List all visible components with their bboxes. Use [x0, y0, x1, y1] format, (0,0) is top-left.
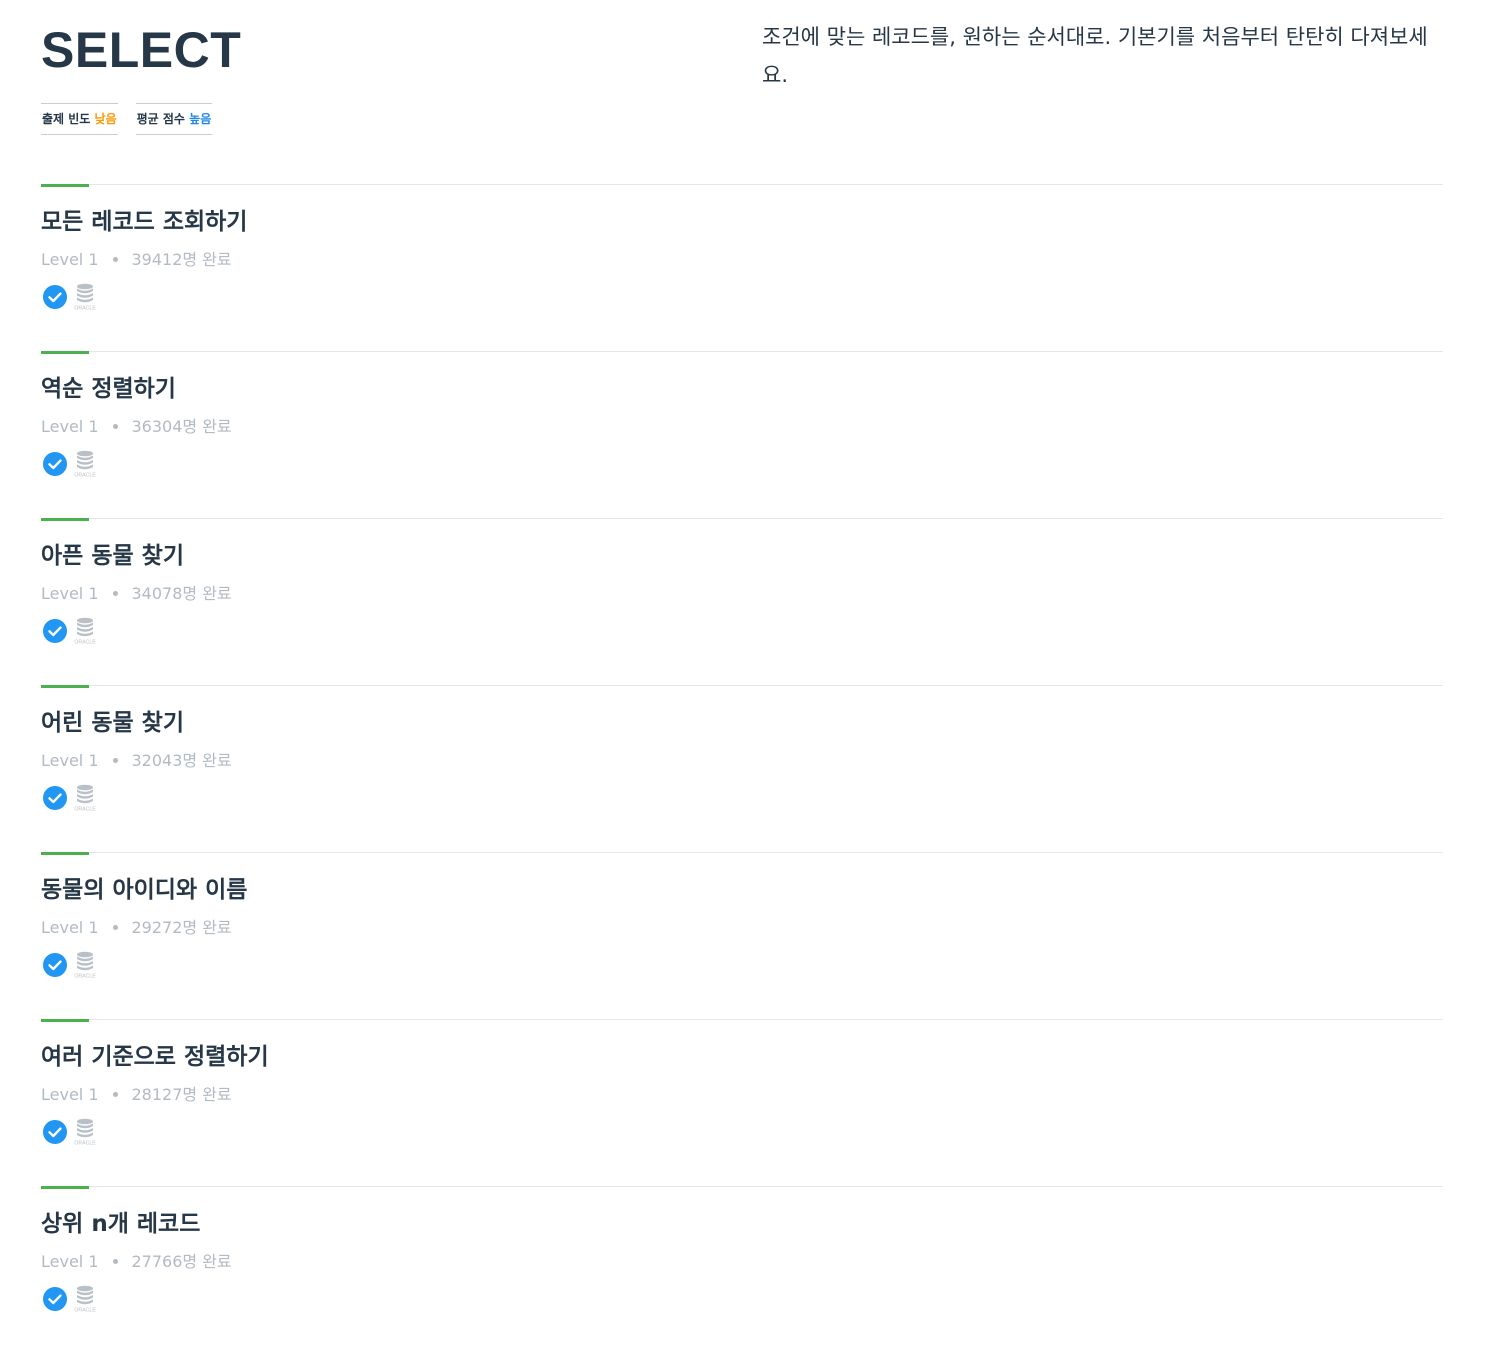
- problem-status-icons: ORACLE: [43, 1285, 100, 1313]
- problem-title[interactable]: 어린 동물 찾기: [41, 708, 184, 738]
- problem-meta: Level 1 29272명 완료: [41, 917, 232, 939]
- problem-item[interactable]: 상위 n개 레코드 Level 1 27766명 완료 ORACLE: [41, 1186, 1443, 1353]
- problem-title[interactable]: 상위 n개 레코드: [41, 1209, 200, 1239]
- problem-completed-count: 28127명 완료: [131, 1085, 232, 1104]
- problem-completed-count: 36304명 완료: [131, 417, 232, 436]
- oracle-label: ORACLE: [74, 640, 96, 646]
- problem-item[interactable]: 어린 동물 찾기 Level 1 32043명 완료 ORACLE: [41, 685, 1443, 852]
- frequency-value: 낮음: [94, 112, 117, 126]
- problem-accent-bar: [41, 1019, 89, 1022]
- oracle-database-icon: ORACLE: [74, 951, 96, 980]
- oracle-label: ORACLE: [74, 1308, 96, 1314]
- problem-meta: Level 1 28127명 완료: [41, 1084, 232, 1106]
- oracle-label: ORACLE: [74, 1141, 96, 1147]
- problem-status-icons: ORACLE: [43, 283, 100, 311]
- average-score-value: 높음: [189, 112, 212, 126]
- problem-item[interactable]: 아픈 동물 찾기 Level 1 34078명 완료 ORACLE: [41, 518, 1443, 685]
- average-score-label: 평균 점수: [136, 112, 185, 126]
- problem-status-icons: ORACLE: [43, 450, 100, 478]
- solved-check-icon: [43, 786, 67, 810]
- problem-title[interactable]: 동물의 아이디와 이름: [41, 875, 247, 905]
- separator-dot: [112, 1092, 118, 1097]
- oracle-label: ORACLE: [74, 807, 96, 813]
- oracle-database-icon: ORACLE: [74, 283, 96, 312]
- oracle-database-icon: ORACLE: [74, 1118, 96, 1147]
- problem-title[interactable]: 모든 레코드 조회하기: [41, 207, 247, 237]
- oracle-label: ORACLE: [74, 473, 96, 479]
- problem-meta: Level 1 32043명 완료: [41, 750, 232, 772]
- solved-check-icon: [43, 953, 67, 977]
- separator-dot: [112, 758, 118, 763]
- problem-completed-count: 34078명 완료: [131, 584, 232, 603]
- solved-check-icon: [43, 285, 67, 309]
- solved-check-icon: [43, 452, 67, 476]
- problem-accent-bar: [41, 1186, 89, 1189]
- problem-accent-bar: [41, 351, 89, 354]
- problem-level: Level 1: [41, 417, 99, 436]
- frequency-label: 출제 빈도: [42, 112, 91, 126]
- problem-meta: Level 1 27766명 완료: [41, 1251, 232, 1273]
- problem-completed-count: 27766명 완료: [131, 1252, 232, 1271]
- solved-check-icon: [43, 619, 67, 643]
- problem-item[interactable]: 동물의 아이디와 이름 Level 1 29272명 완료 ORACLE: [41, 852, 1443, 1019]
- problem-accent-bar: [41, 518, 89, 521]
- problem-status-icons: ORACLE: [43, 1118, 100, 1146]
- separator-dot: [112, 424, 118, 429]
- problem-accent-bar: [41, 685, 89, 688]
- problem-status-icons: ORACLE: [43, 784, 100, 812]
- separator-dot: [112, 1259, 118, 1264]
- problem-meta: Level 1 39412명 완료: [41, 249, 232, 271]
- problem-meta: Level 1 36304명 완료: [41, 416, 232, 438]
- oracle-database-icon: ORACLE: [74, 1285, 96, 1314]
- problem-accent-bar: [41, 184, 89, 187]
- oracle-database-icon: ORACLE: [74, 617, 96, 646]
- separator-dot: [112, 591, 118, 596]
- problem-list: 모든 레코드 조회하기 Level 1 39412명 완료 ORACLE 역순 정…: [41, 184, 1443, 1353]
- problem-completed-count: 32043명 완료: [131, 751, 232, 770]
- problem-item[interactable]: 역순 정렬하기 Level 1 36304명 완료 ORACLE: [41, 351, 1443, 518]
- problem-level: Level 1: [41, 1085, 99, 1104]
- separator-dot: [112, 925, 118, 930]
- oracle-label: ORACLE: [74, 306, 96, 312]
- problem-level: Level 1: [41, 250, 99, 269]
- separator-dot: [112, 257, 118, 262]
- page-header: SELECT 출제 빈도 낮음 평균 점수 높음 조건에 맞는 레코드를, 원하…: [41, 22, 1443, 152]
- problem-title[interactable]: 아픈 동물 찾기: [41, 541, 184, 571]
- page-description: 조건에 맞는 레코드를, 원하는 순서대로. 기본기를 처음부터 탄탄히 다져보…: [762, 25, 1428, 87]
- average-score-badge: 평균 점수 높음: [135, 103, 213, 135]
- page-title: SELECT: [41, 22, 242, 78]
- problem-level: Level 1: [41, 751, 99, 770]
- problem-title[interactable]: 여러 기준으로 정렬하기: [41, 1042, 269, 1072]
- problem-accent-bar: [41, 852, 89, 855]
- problem-status-icons: ORACLE: [43, 951, 100, 979]
- problem-status-icons: ORACLE: [43, 617, 100, 645]
- frequency-badge: 출제 빈도 낮음: [41, 103, 118, 135]
- solved-check-icon: [43, 1287, 67, 1311]
- problem-completed-count: 29272명 완료: [131, 918, 232, 937]
- oracle-database-icon: ORACLE: [74, 450, 96, 479]
- stats-badges: 출제 빈도 낮음 평균 점수 높음: [41, 103, 213, 135]
- oracle-database-icon: ORACLE: [74, 784, 96, 813]
- problem-completed-count: 39412명 완료: [131, 250, 232, 269]
- problem-meta: Level 1 34078명 완료: [41, 583, 232, 605]
- problem-level: Level 1: [41, 584, 99, 603]
- problem-level: Level 1: [41, 1252, 99, 1271]
- problem-item[interactable]: 여러 기준으로 정렬하기 Level 1 28127명 완료 ORACLE: [41, 1019, 1443, 1186]
- oracle-label: ORACLE: [74, 974, 96, 980]
- solved-check-icon: [43, 1120, 67, 1144]
- problem-title[interactable]: 역순 정렬하기: [41, 374, 176, 404]
- problem-item[interactable]: 모든 레코드 조회하기 Level 1 39412명 완료 ORACLE: [41, 184, 1443, 351]
- problem-level: Level 1: [41, 918, 99, 937]
